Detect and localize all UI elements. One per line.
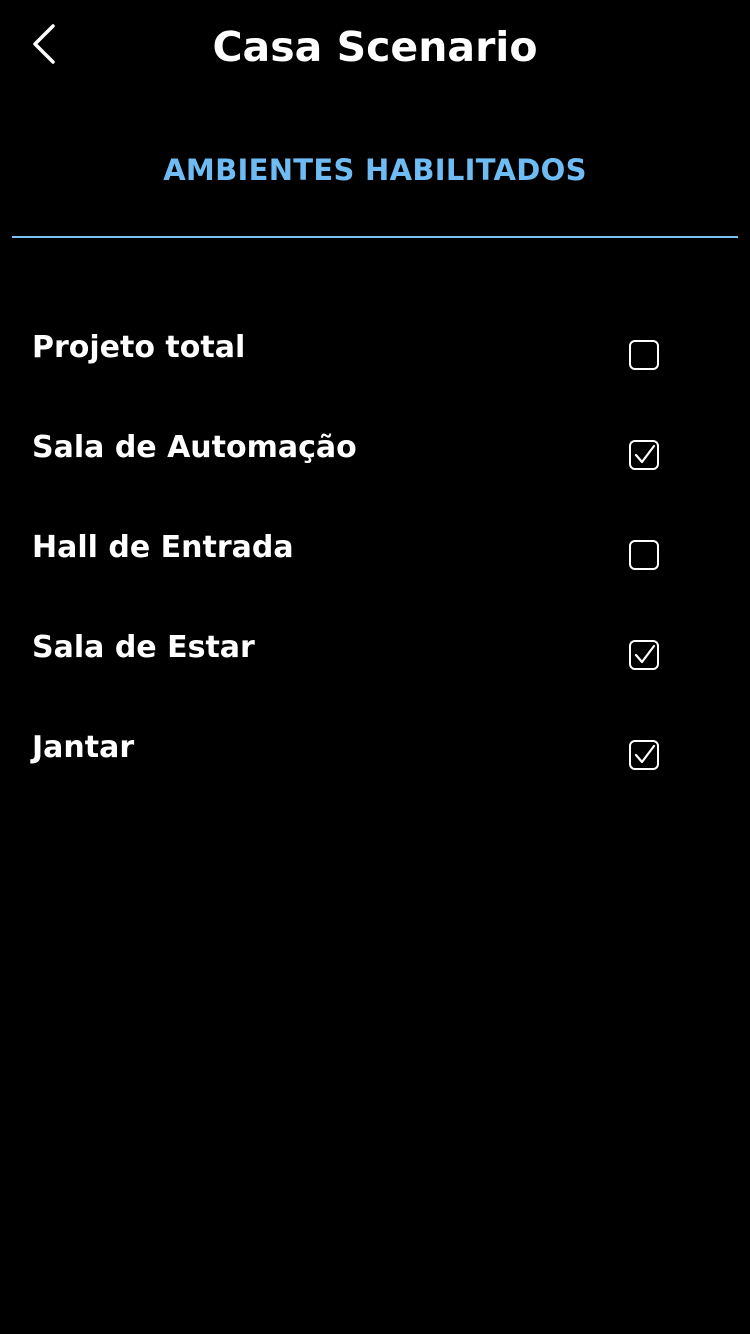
room-list: Projeto total Sala de Automação Hall de …	[0, 300, 750, 800]
room-label: Projeto total	[32, 330, 246, 365]
room-checkbox[interactable]	[629, 640, 659, 670]
checkmark-icon	[634, 744, 656, 764]
checkmark-icon	[634, 644, 656, 664]
room-label: Hall de Entrada	[32, 530, 294, 565]
room-item[interactable]: Sala de Automação	[0, 400, 750, 500]
room-checkbox[interactable]	[629, 740, 659, 770]
header: Casa Scenario	[0, 0, 750, 100]
room-item[interactable]: Hall de Entrada	[0, 500, 750, 600]
tab-label: AMBIENTES HABILITADOS	[163, 153, 587, 187]
room-label: Sala de Automação	[32, 430, 357, 465]
room-checkbox[interactable]	[629, 340, 659, 370]
room-label: Sala de Estar	[32, 630, 255, 665]
room-checkbox[interactable]	[629, 540, 659, 570]
tab-ambientes-habilitados[interactable]: AMBIENTES HABILITADOS	[12, 130, 738, 238]
room-item[interactable]: Projeto total	[0, 300, 750, 400]
room-item[interactable]: Jantar	[0, 700, 750, 800]
checkmark-icon	[634, 444, 656, 464]
room-label: Jantar	[32, 730, 135, 765]
page-title: Casa Scenario	[212, 23, 538, 71]
screen: Casa Scenario AMBIENTES HABILITADOS Proj…	[0, 0, 750, 1334]
room-checkbox[interactable]	[629, 440, 659, 470]
room-item[interactable]: Sala de Estar	[0, 600, 750, 700]
